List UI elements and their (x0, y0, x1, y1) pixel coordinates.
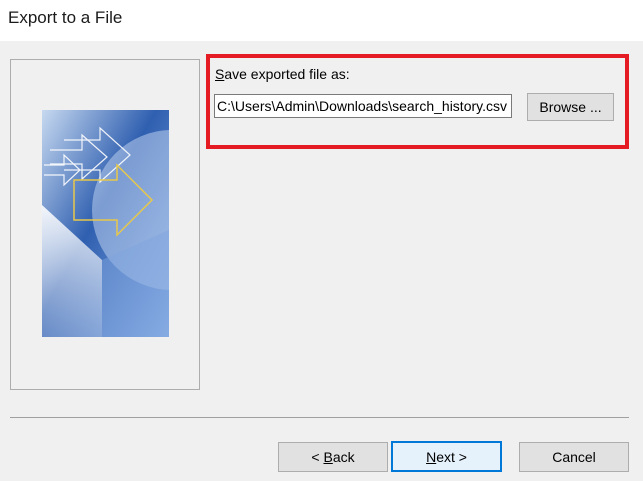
back-button[interactable]: < Back (278, 442, 388, 472)
cancel-button[interactable]: Cancel (519, 442, 629, 472)
highlight-box (206, 54, 629, 149)
window-title: Export to a File (8, 8, 123, 27)
wizard-illustration (42, 110, 169, 337)
title-bar: Export to a File (0, 0, 643, 41)
wizard-image-panel (10, 59, 200, 390)
next-button[interactable]: Next > (391, 441, 502, 472)
footer-separator (10, 417, 629, 418)
